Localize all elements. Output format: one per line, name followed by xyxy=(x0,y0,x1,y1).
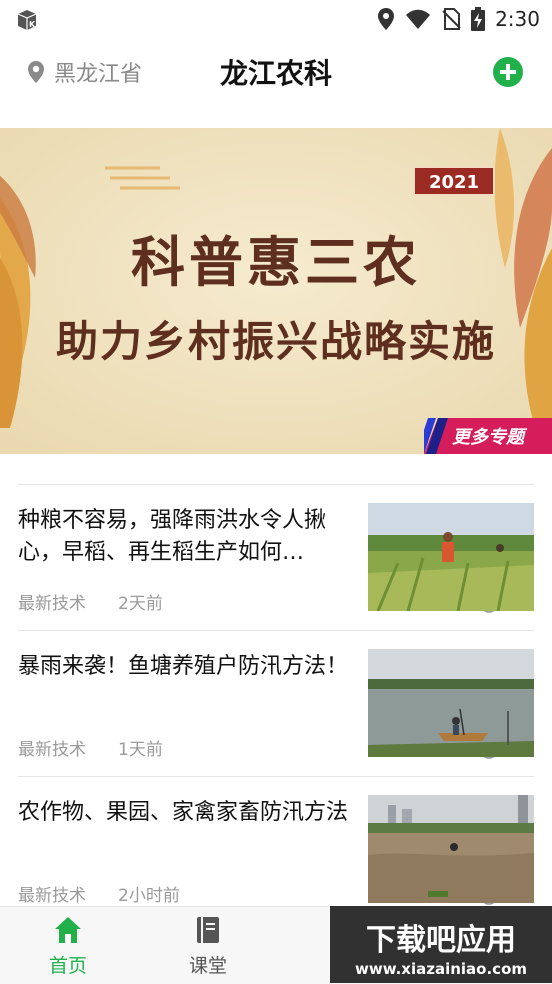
app-header: 黑龙江省 龙江农科 xyxy=(0,40,552,106)
news-title: 暴雨来袭！鱼塘养殖户防汛方法！ xyxy=(18,654,349,679)
news-thumbnail xyxy=(368,795,534,903)
news-item[interactable]: 种粮不容易，强降雨洪水令人揪心，早稻、再生稻生产如何… 最新技术 2天前 187… xyxy=(18,484,534,630)
location-label: 黑龙江省 xyxy=(54,62,143,87)
banner-subheadline: 助力乡村振兴战略实施 xyxy=(55,317,496,366)
tab-label: 首页 xyxy=(48,955,87,977)
status-bar: K 2:30 xyxy=(0,0,552,40)
wifi-icon xyxy=(406,9,431,29)
news-item[interactable]: 农作物、果园、家禽家畜防汛方法 最新技术 2小时前 857 × xyxy=(18,776,534,922)
svg-text:K: K xyxy=(29,20,36,29)
tab-classroom[interactable]: 课堂 xyxy=(158,907,258,984)
news-thumbnail xyxy=(368,503,534,611)
location-selector[interactable]: 黑龙江省 xyxy=(26,56,142,88)
location-status-icon xyxy=(378,8,395,30)
promo-banner[interactable]: 2021 科普惠三农 助力乡村振兴战略实施 更多专题 xyxy=(0,128,552,454)
watermark-logo: 下载吧应用 www.xiazainiao.com xyxy=(330,906,552,983)
battery-icon xyxy=(471,7,486,31)
status-time: 2:30 xyxy=(495,7,540,31)
watermark-title: 下载吧应用 xyxy=(366,923,516,958)
year-badge: 2021 xyxy=(413,166,495,196)
banner-headline: 科普惠三农 xyxy=(131,230,421,294)
more-topics-label: 更多专题 xyxy=(452,427,524,448)
news-thumbnail xyxy=(368,649,534,757)
tab-home[interactable]: 首页 xyxy=(18,907,118,984)
tab-label: 课堂 xyxy=(188,955,227,977)
news-item[interactable]: 暴雨来袭！鱼塘养殖户防汛方法！ 最新技术 1天前 519 × xyxy=(18,630,534,776)
book-icon xyxy=(197,917,219,943)
map-pin-icon xyxy=(28,61,44,83)
news-title: 农作物、果园、家禽家畜防汛方法 xyxy=(18,800,349,825)
app-notification-icon: K xyxy=(17,10,37,30)
watermark-url: www.xiazainiao.com xyxy=(355,960,527,978)
more-topics-button[interactable]: 更多专题 xyxy=(424,418,552,454)
news-title: 种粮不容易，强降雨洪水令人揪心，早稻、再生稻生产如何… xyxy=(18,508,327,565)
no-sim-icon xyxy=(442,8,461,30)
add-button[interactable] xyxy=(492,56,524,88)
news-list: 种粮不容易，强降雨洪水令人揪心，早稻、再生稻生产如何… 最新技术 2天前 187… xyxy=(18,484,534,922)
home-icon xyxy=(55,917,81,943)
